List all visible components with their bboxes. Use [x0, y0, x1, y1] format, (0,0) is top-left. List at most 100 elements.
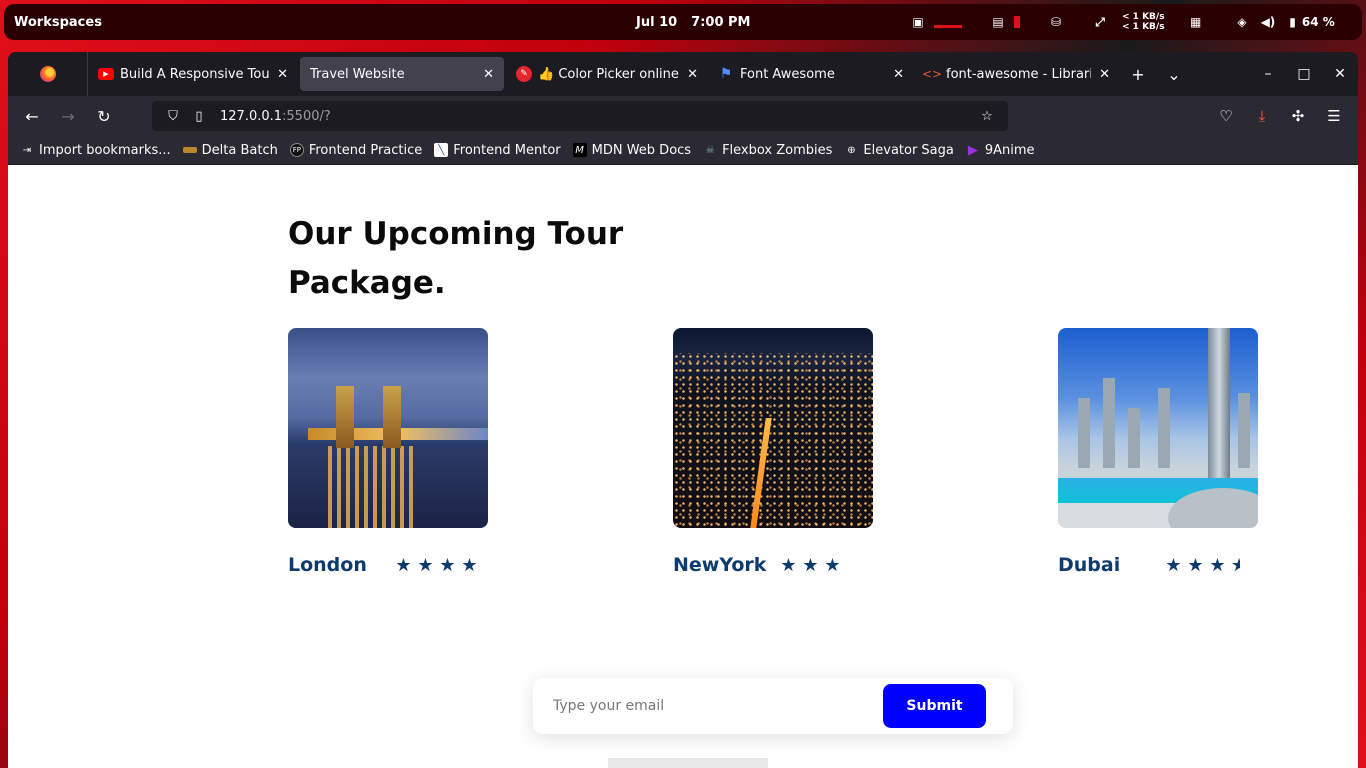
submit-button[interactable]: Submit: [883, 684, 986, 728]
extensions-icon[interactable]: ✣: [1280, 107, 1316, 125]
tab-title: Travel Website: [310, 66, 405, 82]
mdn-icon: M: [572, 143, 587, 157]
tower-shape: [1208, 328, 1230, 498]
star-icon: ★: [1209, 554, 1226, 576]
url-host: 127.0.0.1: [220, 108, 283, 124]
memory-usage-bar: [1014, 16, 1020, 28]
building-shape: [1158, 388, 1170, 468]
back-button[interactable]: ←: [14, 107, 50, 126]
star-icon: ★: [1165, 554, 1182, 576]
bookmark-label: Elevator Saga: [863, 142, 954, 158]
card-meta: Dubai ★ ★ ★ ★: [1058, 554, 1258, 576]
window-icon[interactable]: ▦: [1190, 15, 1201, 29]
tour-card-london[interactable]: London ★ ★ ★ ★: [288, 328, 488, 576]
network-speed: < 1 KB/s < 1 KB/s: [1122, 12, 1165, 32]
page-content: Our Upcoming Tour Package. London ★ ★ ★ ★ N…: [8, 165, 1358, 768]
tower-shape: [383, 386, 401, 448]
bookmark-mdn[interactable]: M MDN Web Docs: [572, 142, 692, 158]
star-icon: ★: [824, 554, 841, 576]
bookmark-frontend-practice[interactable]: FP Frontend Practice: [289, 143, 422, 158]
bookmark-flexbox-zombies[interactable]: ☠ Flexbox Zombies: [703, 143, 833, 158]
close-window-icon[interactable]: ✕: [1322, 66, 1358, 82]
page-icon[interactable]: ▯: [186, 109, 212, 124]
building-shape: [1238, 393, 1250, 468]
firefox-icon: [39, 66, 56, 82]
tab-title: 👍 Color Picker online | H: [538, 66, 679, 82]
close-icon[interactable]: ✕: [1099, 67, 1110, 82]
bookmark-delta-batch[interactable]: Delta Batch: [182, 142, 278, 158]
tour-card-newyork[interactable]: NewYork ★ ★ ★: [673, 328, 873, 576]
tab-travel-website[interactable]: Travel Website ✕: [300, 57, 504, 91]
shield-icon[interactable]: ⛉: [160, 109, 186, 124]
clock[interactable]: Jul 10 7:00 PM: [636, 15, 751, 30]
building-shape: [1078, 398, 1090, 468]
tab-font-awesome-libraries[interactable]: <> font-awesome - Libraries ✕: [914, 57, 1120, 91]
bookmark-import[interactable]: ⇥ Import bookmarks...: [20, 143, 171, 158]
tour-card-dubai[interactable]: Dubai ★ ★ ★ ★: [1058, 328, 1258, 576]
tab-bar: ▶ Build A Responsive Tour ✕ Travel Websi…: [8, 52, 1358, 96]
battery-icon[interactable]: ▮: [1289, 15, 1296, 29]
card-meta: London ★ ★ ★ ★: [288, 554, 488, 576]
newyork-image: [673, 328, 873, 528]
star-icon: ★: [1187, 554, 1204, 576]
tab-color-picker[interactable]: ✎ 👍 Color Picker online | H ✕: [506, 57, 708, 91]
star-icon: ★: [461, 554, 478, 576]
newsletter-form: Submit: [533, 678, 1013, 734]
zombie-icon: ☠: [705, 144, 715, 156]
email-input[interactable]: [553, 678, 853, 734]
bookmark-star-icon[interactable]: ☆: [974, 109, 1000, 124]
color-picker-icon: ✎: [516, 66, 532, 82]
bookmark-label: Delta Batch: [201, 142, 278, 158]
firefox-view-button[interactable]: [8, 52, 88, 96]
building-shape: [1103, 378, 1115, 468]
bookmark-frontend-mentor[interactable]: ╲ Frontend Mentor: [434, 142, 561, 158]
pocket-icon[interactable]: ♡: [1208, 107, 1244, 125]
close-icon[interactable]: ✕: [483, 67, 494, 82]
menu-icon[interactable]: ☰: [1316, 107, 1352, 125]
navigation-toolbar: ← → ↻ ⛉ ▯ 127.0.0.1:5500/? ☆ ♡ ⤓ ✣ ☰: [8, 96, 1358, 136]
star-icon: ★: [417, 554, 434, 576]
bookmark-label: Import bookmarks...: [39, 142, 171, 158]
close-icon[interactable]: ✕: [277, 67, 288, 82]
city-name: Dubai: [1058, 554, 1121, 576]
star-icon: ★: [439, 554, 456, 576]
city-lights-shape: [673, 353, 873, 528]
bookmark-label: Frontend Mentor: [453, 142, 561, 158]
minimize-icon[interactable]: –: [1250, 66, 1286, 82]
close-icon[interactable]: ✕: [687, 67, 698, 82]
star-rating: ★ ★ ★ ★: [395, 555, 478, 576]
bookmark-label: MDN Web Docs: [591, 142, 692, 158]
net-down: < 1 KB/s: [1122, 22, 1165, 32]
city-name: London: [288, 554, 367, 576]
footer-decoration: [608, 758, 768, 768]
star-icon: ★: [395, 554, 412, 576]
workspaces-label[interactable]: Workspaces: [14, 15, 102, 30]
date: Jul 10: [636, 14, 678, 30]
star-icon: ★: [802, 554, 819, 576]
volume-icon[interactable]: ◀): [1261, 15, 1276, 29]
forward-button[interactable]: →: [50, 107, 86, 126]
download-icon[interactable]: ⤓: [1244, 107, 1280, 125]
frontend-mentor-icon: ╲: [434, 143, 449, 157]
wifi-icon[interactable]: ◈: [1237, 15, 1246, 29]
star-icon: ★: [780, 554, 797, 576]
list-all-tabs-button[interactable]: ⌄: [1156, 65, 1192, 84]
bookmark-9anime[interactable]: ▶ 9Anime: [966, 143, 1035, 158]
tab-build-responsive-tour[interactable]: ▶ Build A Responsive Tour ✕: [88, 57, 298, 91]
browser-window: ▶ Build A Responsive Tour ✕ Travel Websi…: [8, 52, 1358, 768]
time: 7:00 PM: [691, 14, 751, 30]
card-meta: NewYork ★ ★ ★: [673, 554, 873, 576]
cpu-icon: ▣: [912, 15, 924, 29]
close-icon[interactable]: ✕: [893, 67, 904, 82]
cpu-usage-bar: [934, 24, 962, 28]
dubai-image: [1058, 328, 1258, 528]
half-star-icon: ★: [1231, 554, 1240, 576]
tab-font-awesome[interactable]: ⚑ Font Awesome ✕: [708, 57, 914, 91]
page-title: Our Upcoming Tour Package.: [288, 216, 624, 301]
bookmark-elevator-saga[interactable]: ⊕ Elevator Saga: [844, 142, 954, 158]
new-tab-button[interactable]: +: [1120, 65, 1156, 84]
url-bar[interactable]: ⛉ ▯ 127.0.0.1:5500/? ☆: [152, 101, 1008, 131]
building-shape: [1128, 408, 1140, 468]
reload-button[interactable]: ↻: [86, 107, 122, 126]
maximize-icon[interactable]: □: [1286, 66, 1322, 82]
